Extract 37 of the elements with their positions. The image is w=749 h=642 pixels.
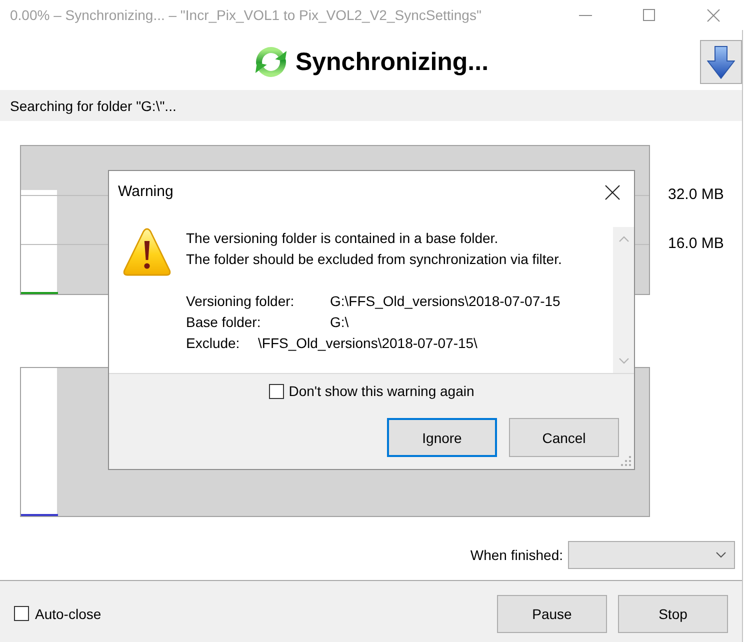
status-text: Searching for folder "G:\"... <box>10 98 176 114</box>
detail-value: G:\ <box>330 314 349 330</box>
arrow-button[interactable] <box>700 40 742 84</box>
detail-label: Base folder: <box>186 314 261 330</box>
when-finished-label: When finished: <box>470 547 563 563</box>
detail-label: Exclude: <box>186 335 240 351</box>
detail-label: Versioning folder: <box>186 293 294 309</box>
detail-value: G:\FFS_Old_versions\2018-07-07-15 <box>330 293 560 309</box>
footer-button[interactable]: Stop <box>618 594 728 632</box>
close-icon[interactable] <box>605 185 620 200</box>
scroll-up-icon[interactable] <box>618 236 628 242</box>
maximize-icon[interactable] <box>643 9 655 21</box>
graph-line <box>21 292 58 294</box>
checkbox-label[interactable]: Auto-close <box>35 606 102 622</box>
chevron-icon <box>716 552 726 558</box>
dialog-button[interactable]: Ignore <box>387 418 497 457</box>
dialog-title: Warning <box>118 182 174 202</box>
checkbox[interactable] <box>268 384 284 398</box>
window-title: 0.00% – Synchronizing... – "Incr_Pix_VOL1 to Pix_VOL2_V2_SyncSettings" <box>9 7 482 23</box>
warning-icon <box>122 227 172 277</box>
scrollbar[interactable] <box>613 227 634 373</box>
resize-grip-icon[interactable] <box>621 456 632 467</box>
sync-icon <box>253 44 290 80</box>
message-text: The versioning folder is contained in a base folder. The folder should be excluded from synchronization via filter. <box>186 229 562 269</box>
down-arrow-icon <box>707 46 735 78</box>
axis-label: 32.0 MB <box>668 185 724 205</box>
checkbox-label[interactable]: Don't show this warning again <box>288 383 474 399</box>
detail-value: \FFS_Old_versions\2018-07-07-15\ <box>258 335 478 351</box>
footer-button[interactable]: Pause <box>497 594 607 632</box>
scroll-down-icon[interactable] <box>618 358 628 364</box>
checkbox[interactable] <box>14 606 29 621</box>
status-heading: Synchronizing... <box>295 48 489 76</box>
dialog-button[interactable]: Cancel <box>509 418 619 457</box>
axis-label: 16.0 MB <box>668 234 724 254</box>
dropdown[interactable] <box>568 541 735 569</box>
graph-line <box>21 514 58 516</box>
minimize-icon[interactable] <box>578 14 592 16</box>
